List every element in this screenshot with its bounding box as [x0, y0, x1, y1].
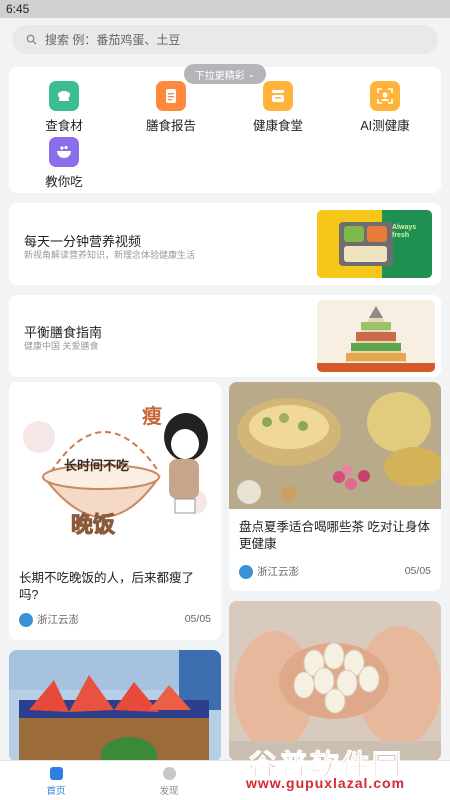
banner-diet-guide[interactable]: 平衡膳食指南 健康中国 关爱膳食 — [9, 295, 441, 377]
category-diet-report[interactable]: 膳食报告 — [126, 81, 216, 134]
article-image-watermelon — [9, 650, 221, 762]
illustration-text-thin: 瘦 — [142, 406, 162, 428]
status-time: 6:45 — [6, 2, 30, 16]
feed-card[interactable] — [229, 601, 441, 761]
feed-card[interactable]: 长时间不吃 晚饭 瘦 长期不吃晚饭的人，后来都瘦了吗? 浙江云澎 05/05 — [9, 382, 221, 640]
feed-card[interactable]: 盘点夏季适合喝哪些茶 吃对让身体更健康 浙江云澎 05/05 — [229, 382, 441, 591]
food-pyramid-image — [317, 300, 435, 372]
food-search-icon — [49, 81, 79, 111]
report-icon — [156, 81, 186, 111]
tab-home[interactable]: 首页 — [26, 767, 86, 797]
illustration-text-top: 长时间不吃 — [64, 458, 130, 473]
author-name: 浙江云澎 — [257, 566, 299, 578]
banner-subtitle: 新视角解读营养知识，新理念体验健康生活 — [24, 250, 196, 260]
author-avatar — [239, 564, 253, 579]
home-icon — [49, 767, 63, 780]
canteen-icon — [263, 81, 293, 111]
search-input[interactable]: 搜索 例：番茄鸡蛋、土豆 — [12, 25, 438, 54]
article-image-tea — [229, 382, 441, 509]
banner-image: Always fresh — [317, 210, 432, 278]
banner-nutrition-video[interactable]: 每天一分钟营养视频 新视角解读营养知识，新理念体验健康生活 Always fre… — [9, 203, 441, 285]
article-image-garlic — [229, 601, 441, 761]
search-icon — [26, 34, 37, 45]
bowl-icon — [49, 137, 79, 167]
banner-image-caption: Always fresh — [392, 224, 417, 239]
author-name: 浙江云澎 — [37, 614, 79, 626]
tab-discover-label: 发现 — [159, 786, 179, 797]
chevron-down-icon: ⌄ — [247, 68, 256, 79]
tab-home-label: 首页 — [46, 786, 66, 797]
category-ai-health[interactable]: AI测健康 — [340, 81, 430, 134]
feed-title: 盘点夏季适合喝哪些茶 吃对让身体更健康 — [239, 520, 430, 551]
author-avatar — [19, 612, 33, 627]
author-meta: 浙江云澎 — [19, 612, 79, 627]
author-meta: 浙江云澎 — [239, 564, 299, 579]
post-date: 05/05 — [404, 565, 431, 577]
article-illustration: 长时间不吃 晚饭 瘦 — [9, 382, 221, 562]
feed-title: 长期不吃晚饭的人，后来都瘦了吗? — [19, 571, 195, 602]
category-teach-eat[interactable]: 教你吃 — [19, 137, 109, 190]
feed-card[interactable] — [9, 650, 221, 762]
site-watermark: 谷普软件园 www.gupuxlazal.com — [242, 742, 448, 794]
status-bar: 6:45 — [0, 0, 450, 18]
watermark-url: www.gupuxlazal.com — [246, 775, 406, 791]
illustration-text-bowl: 晚饭 — [70, 512, 116, 538]
search-placeholder: 搜索 例：番茄鸡蛋、土豆 — [45, 33, 181, 47]
category-healthy-canteen[interactable]: 健康食堂 — [233, 81, 323, 134]
banner-subtitle: 健康中国 关爱膳食 — [24, 341, 99, 351]
ai-scan-icon — [370, 81, 400, 111]
compass-icon — [162, 767, 176, 780]
post-date: 05/05 — [184, 613, 211, 625]
category-ingredients[interactable]: 查食材 — [19, 81, 109, 134]
tab-discover[interactable]: 发现 — [139, 767, 199, 797]
